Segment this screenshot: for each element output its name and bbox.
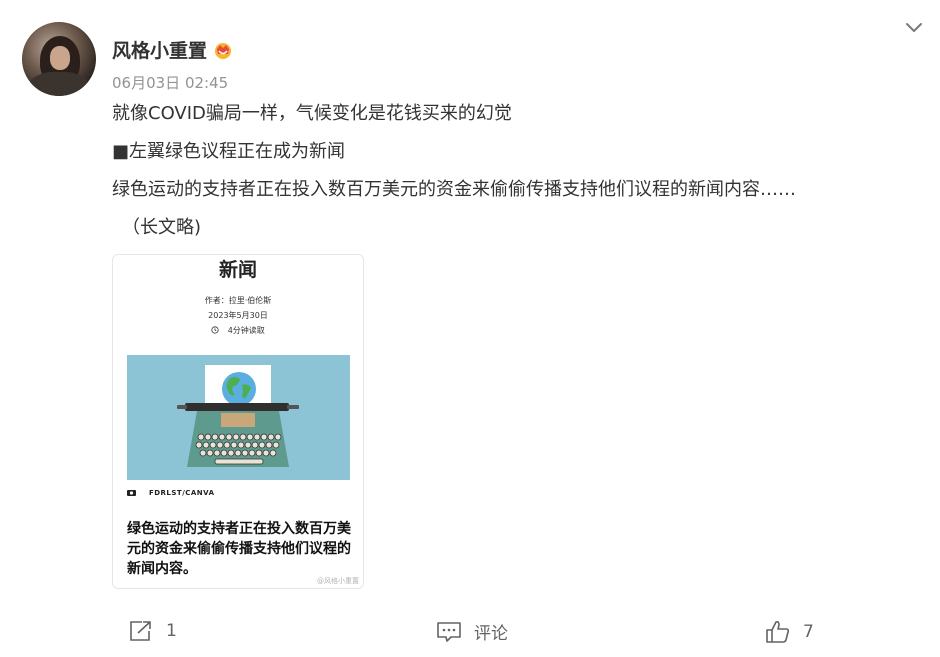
like-button[interactable]: 7	[765, 619, 814, 645]
card-date: 2023年5月30日	[208, 311, 268, 320]
avatar-coat	[28, 72, 90, 96]
username-text[interactable]: 风格小重置	[112, 36, 207, 63]
typewriter-illustration	[127, 355, 350, 480]
comment-button[interactable]: 评论	[436, 619, 508, 644]
post-line-4: （长文略)	[122, 217, 202, 238]
thumbs-up-icon	[766, 621, 790, 643]
like-count: 7	[803, 622, 814, 642]
watermark: @风格小重置	[317, 577, 359, 585]
chevron-down-icon[interactable]	[903, 16, 925, 38]
username[interactable]: 风格小重置	[112, 36, 233, 63]
card-title: 新闻	[218, 259, 257, 281]
share-button[interactable]: 1	[128, 619, 177, 643]
crown-badge-icon	[215, 42, 232, 59]
share-count: 1	[166, 621, 177, 641]
post-timestamp[interactable]: 06月03日 02:45	[112, 72, 228, 93]
comment-icon	[437, 621, 461, 642]
post-line-2: ■左翼绿色议程正在成为新闻	[112, 141, 346, 162]
post-image-card[interactable]: 新闻 作者：拉里·伯伦斯 2023年5月30日 4分钟读取 FDRLST/CAN…	[112, 254, 364, 589]
post-content: 就像COVID骗局一样，气候变化是花钱买来的幻觉 ■左翼绿色议程正在成为新闻 绿…	[112, 101, 912, 253]
post-line-1: 就像COVID骗局一样，气候变化是花钱买来的幻觉	[112, 103, 512, 124]
card-author: 作者：拉里·伯伦斯	[204, 296, 272, 305]
image-credit: FDRLST/CANVA	[127, 489, 215, 497]
typewriter-image	[127, 355, 350, 480]
avatar-face	[50, 46, 70, 70]
card-read-time: 4分钟读取	[113, 325, 363, 336]
share-icon	[130, 621, 151, 641]
avatar[interactable]	[22, 22, 96, 96]
comment-label: 评论	[474, 624, 508, 644]
camera-icon	[127, 490, 136, 496]
image-credit-text: FDRLST/CANVA	[148, 489, 215, 497]
card-read-time-text: 4分钟读取	[227, 326, 265, 335]
post-line-3: 绿色运动的支持者正在投入数百万美元的资金来偷偷传播支持他们议程的新闻内容……	[112, 179, 796, 200]
clock-icon	[211, 326, 219, 334]
card-headline: 绿色运动的支持者正在投入数百万美元的资金来偷偷传播支持他们议程的新闻内容。	[127, 521, 351, 577]
